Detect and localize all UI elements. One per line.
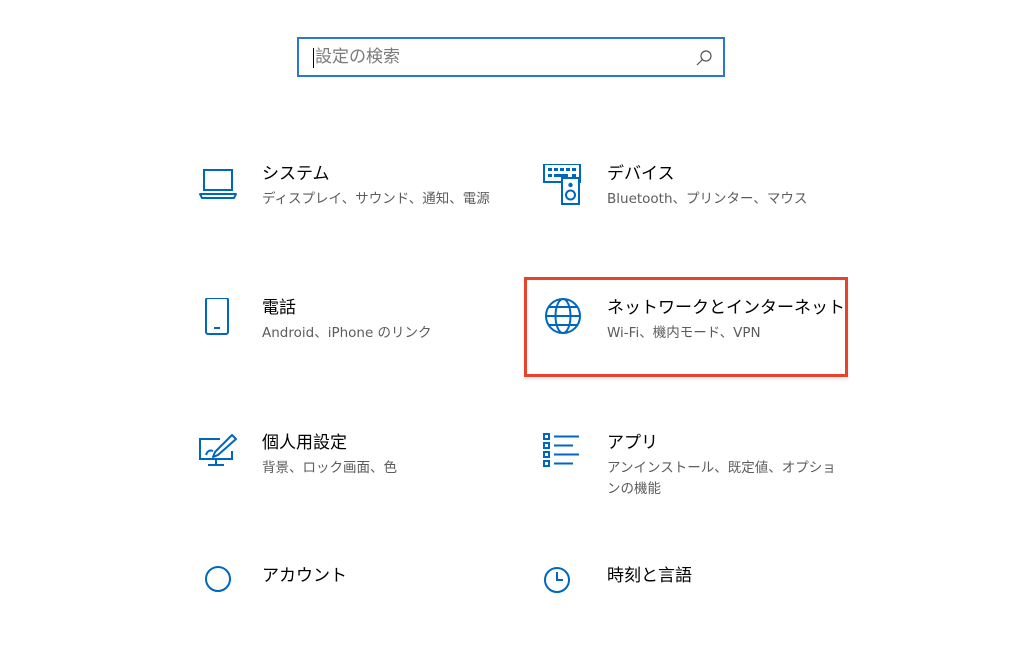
tile-description: 背景、ロック画面、色 (262, 460, 397, 476)
tile-title: システム (262, 164, 330, 184)
clock-language-icon (544, 567, 570, 593)
tile-title: 個人用設定 (262, 433, 347, 453)
tile-title: 時刻と言語 (607, 566, 692, 586)
phone-icon (205, 298, 229, 335)
tile-title: デバイス (607, 164, 675, 184)
person-icon (205, 566, 231, 592)
laptop-icon (199, 169, 237, 199)
tile-title: アプリ (607, 433, 658, 453)
app-list-icon (543, 433, 579, 467)
settings-tile-apps[interactable]: アプリ アンインストール、既定値、オプションの機能 (543, 433, 863, 529)
settings-tile-personalization[interactable]: 個人用設定 背景、ロック画面、色 (198, 433, 518, 529)
settings-tile-time-language[interactable]: 時刻と言語 (543, 566, 863, 662)
tile-title: ネットワークとインターネット (607, 298, 845, 318)
tile-description: Bluetooth、プリンター、マウス (607, 191, 808, 207)
tile-description: Android、iPhone のリンク (262, 325, 432, 341)
tile-description: Wi-Fi、機内モード、VPN (607, 325, 761, 341)
tile-description: ディスプレイ、サウンド、通知、電源 (262, 191, 490, 207)
tile-description: アンインストール、既定値、オプションの機能 (607, 460, 836, 497)
paintbrush-monitor-icon (199, 434, 237, 466)
search-input[interactable] (315, 39, 685, 75)
globe-icon (545, 298, 581, 334)
tile-title: 電話 (262, 298, 296, 318)
search-box[interactable] (297, 37, 725, 77)
settings-tile-devices[interactable]: デバイス Bluetooth、プリンター、マウス (543, 164, 863, 260)
tile-title: アカウント (262, 566, 347, 586)
search-icon[interactable] (695, 49, 713, 67)
keyboard-speaker-icon (543, 164, 581, 205)
settings-tile-system[interactable]: システム ディスプレイ、サウンド、通知、電源 (198, 164, 518, 260)
text-caret (313, 48, 314, 68)
settings-tile-accounts[interactable]: アカウント (198, 566, 518, 662)
settings-tile-network[interactable]: ネットワークとインターネット Wi-Fi、機内モード、VPN (543, 298, 863, 394)
settings-tile-phone[interactable]: 電話 Android、iPhone のリンク (198, 298, 518, 394)
